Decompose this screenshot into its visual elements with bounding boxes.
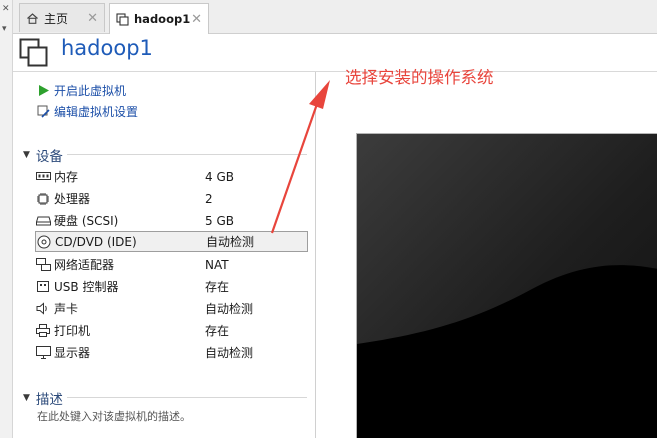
- play-icon: [37, 84, 50, 97]
- tab-home-label: 主页: [44, 11, 69, 26]
- hard-disk-icon: [35, 214, 51, 228]
- device-row-hard-disk[interactable]: 硬盘 (SCSI) 5 GB: [35, 210, 308, 231]
- device-row-usb[interactable]: USB 控制器 存在: [35, 276, 308, 297]
- vm-tab-icon: [116, 12, 129, 26]
- description-section-header[interactable]: ▼ 描述: [23, 388, 307, 408]
- tab-hadoop1[interactable]: hadoop1 ✕: [109, 3, 209, 34]
- edit-settings-icon: [37, 105, 50, 118]
- vm-preview-area: [316, 72, 657, 438]
- devices-section-title: 设备: [35, 149, 63, 165]
- edge-chevron-icon: ▾: [2, 24, 7, 34]
- devices-section-header[interactable]: ▼ 设备: [23, 145, 307, 165]
- collapse-triangle-icon: ▼: [23, 150, 30, 160]
- device-row-network-adapter[interactable]: 网络适配器 NAT: [35, 254, 308, 275]
- device-row-printer[interactable]: 打印机 存在: [35, 320, 308, 341]
- description-section-rule: [67, 397, 307, 398]
- device-value: 存在: [205, 280, 230, 294]
- page-title: hadoop1: [61, 36, 153, 60]
- collapse-triangle-icon: ▼: [23, 393, 30, 403]
- device-name: 声卡: [54, 302, 79, 316]
- network-adapter-icon: [35, 258, 51, 272]
- devices-section-rule: [67, 154, 307, 155]
- edit-vm-settings-link[interactable]: 编辑虚拟机设置: [37, 103, 138, 120]
- device-name: USB 控制器: [54, 280, 119, 294]
- home-icon: [26, 12, 39, 25]
- device-value: 2: [205, 191, 213, 206]
- device-row-sound-card[interactable]: 声卡 自动检测: [35, 298, 308, 319]
- device-name: 处理器: [54, 192, 91, 206]
- tab-hadoop1-label: hadoop1: [134, 12, 191, 26]
- vm-header: hadoop1: [13, 34, 657, 70]
- device-row-display[interactable]: 显示器 自动检测: [35, 342, 308, 363]
- power-on-vm-label: 开启此虚拟机: [54, 84, 127, 98]
- edit-vm-settings-label: 编辑虚拟机设置: [54, 105, 139, 119]
- device-name: CD/DVD (IDE): [55, 234, 137, 249]
- device-name: 显示器: [54, 346, 91, 360]
- device-value: 5 GB: [205, 213, 234, 228]
- device-value: NAT: [205, 257, 229, 272]
- device-name: 内存: [54, 170, 79, 184]
- tab-bar: 主页 ✕ hadoop1 ✕: [13, 0, 657, 34]
- vm-screen-thumbnail[interactable]: [356, 133, 657, 438]
- sound-card-icon: [35, 302, 51, 316]
- cpu-icon: [35, 192, 51, 206]
- cd-dvd-icon: [36, 235, 52, 249]
- description-placeholder[interactable]: 在此处键入对该虚拟机的描述。: [37, 408, 191, 424]
- device-name: 网络适配器: [54, 258, 115, 272]
- edge-mark-icon: ✕: [2, 4, 10, 14]
- device-value: 自动检测: [205, 346, 254, 360]
- device-row-cd-dvd[interactable]: CD/DVD (IDE) 自动检测: [35, 231, 308, 252]
- vm-icon: [19, 38, 49, 68]
- device-value: 存在: [205, 324, 230, 338]
- device-name: 硬盘 (SCSI): [54, 214, 119, 228]
- annotation-text: 选择安装的操作系统: [345, 68, 494, 87]
- power-on-vm-link[interactable]: 开启此虚拟机: [37, 82, 126, 99]
- vm-details-panel: 开启此虚拟机 编辑虚拟机设置 ▼ 设备 内存 4 GB 处理器 2 硬盘 (SC…: [13, 72, 316, 438]
- device-value: 4 GB: [205, 169, 234, 184]
- window-edge: ✕ ▾: [0, 0, 13, 438]
- close-icon[interactable]: ✕: [191, 12, 202, 27]
- printer-icon: [35, 324, 51, 338]
- display-icon: [35, 346, 51, 360]
- close-icon[interactable]: ✕: [87, 11, 98, 26]
- device-value: 自动检测: [205, 302, 254, 316]
- usb-icon: [35, 280, 51, 294]
- device-value: 自动检测: [206, 235, 255, 249]
- device-name: 打印机: [54, 324, 91, 338]
- tab-home[interactable]: 主页 ✕: [19, 3, 105, 32]
- device-row-memory[interactable]: 内存 4 GB: [35, 166, 308, 187]
- description-section-title: 描述: [35, 392, 63, 408]
- device-row-cpu[interactable]: 处理器 2: [35, 188, 308, 209]
- memory-icon: [35, 170, 51, 184]
